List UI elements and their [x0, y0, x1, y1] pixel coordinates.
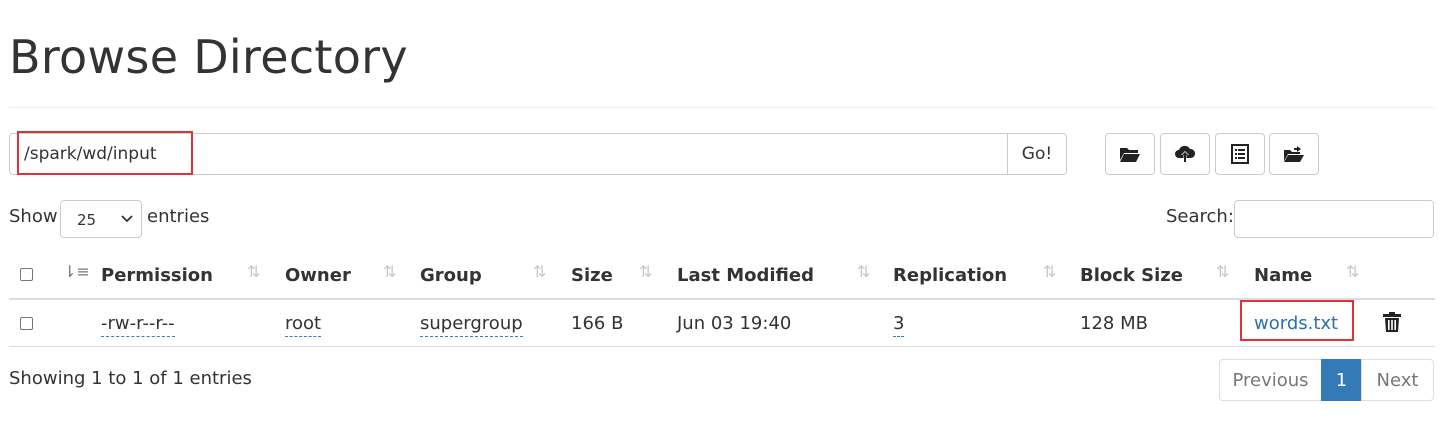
block-size-cell: 128 MB: [1080, 313, 1148, 334]
entries-label: entries: [147, 206, 210, 227]
folder-open-icon: [1120, 148, 1140, 162]
row-checkbox[interactable]: [20, 317, 33, 330]
column-header-group[interactable]: Group: [420, 265, 482, 286]
entries-per-page-value: 25: [77, 211, 97, 229]
select-all-checkbox[interactable]: [20, 268, 33, 281]
page-title: Browse Directory: [9, 30, 408, 84]
entries-per-page-select[interactable]: 25: [60, 200, 142, 238]
go-button[interactable]: Go!: [1007, 133, 1067, 175]
sort-icon: ⇅: [639, 262, 653, 281]
owner-cell[interactable]: root: [285, 313, 322, 337]
upload-button[interactable]: [1160, 133, 1210, 175]
trash-icon[interactable]: [1383, 312, 1401, 332]
folder-move-icon: [1284, 146, 1304, 162]
sort-icon: ⇅: [857, 262, 871, 281]
search-input[interactable]: [1234, 200, 1434, 238]
column-header-block-size[interactable]: Block Size: [1080, 265, 1183, 286]
cloud-upload-icon: [1175, 145, 1196, 162]
path-bar: Go!: [9, 131, 1068, 175]
view-list-button[interactable]: [1215, 133, 1265, 175]
file-name-link[interactable]: words.txt: [1254, 313, 1338, 334]
column-header-owner[interactable]: Owner: [285, 265, 351, 286]
group-cell[interactable]: supergroup: [420, 313, 523, 337]
create-directory-button[interactable]: [1105, 133, 1155, 175]
sort-amount-icon[interactable]: ⇂≡: [63, 262, 90, 281]
table-header-divider: [9, 298, 1435, 300]
next-page-button[interactable]: Next: [1361, 359, 1434, 401]
move-button[interactable]: [1269, 133, 1319, 175]
search-label: Search:: [1166, 206, 1234, 227]
sort-icon: ⇅: [1346, 262, 1360, 281]
last-modified-cell: Jun 03 19:40: [677, 313, 792, 334]
column-header-replication[interactable]: Replication: [893, 265, 1007, 286]
sort-icon: ⇅: [533, 262, 547, 281]
show-label: Show: [9, 206, 58, 227]
column-header-last-modified[interactable]: Last Modified: [677, 265, 814, 286]
sort-icon: ⇅: [1043, 262, 1057, 281]
pagination: Previous 1 Next: [1219, 359, 1434, 401]
sort-icon: ⇅: [247, 262, 261, 281]
chevron-down-icon: [121, 215, 133, 223]
previous-page-button[interactable]: Previous: [1219, 359, 1322, 401]
permission-cell[interactable]: -rw-r--r--: [101, 313, 175, 337]
column-header-name[interactable]: Name: [1254, 265, 1312, 286]
column-header-size[interactable]: Size: [571, 265, 613, 286]
replication-cell[interactable]: 3: [893, 313, 905, 337]
table-info: Showing 1 to 1 of 1 entries: [9, 368, 252, 389]
title-divider: [9, 107, 1435, 108]
column-header-permission[interactable]: Permission: [101, 265, 213, 286]
table-row-divider: [9, 346, 1435, 347]
sort-icon: ⇅: [383, 262, 397, 281]
page-1-button[interactable]: 1: [1321, 359, 1362, 401]
size-cell: 166 B: [571, 313, 624, 334]
list-alt-icon: [1231, 144, 1249, 164]
sort-icon: ⇅: [1216, 262, 1230, 281]
path-input[interactable]: [9, 133, 1009, 175]
